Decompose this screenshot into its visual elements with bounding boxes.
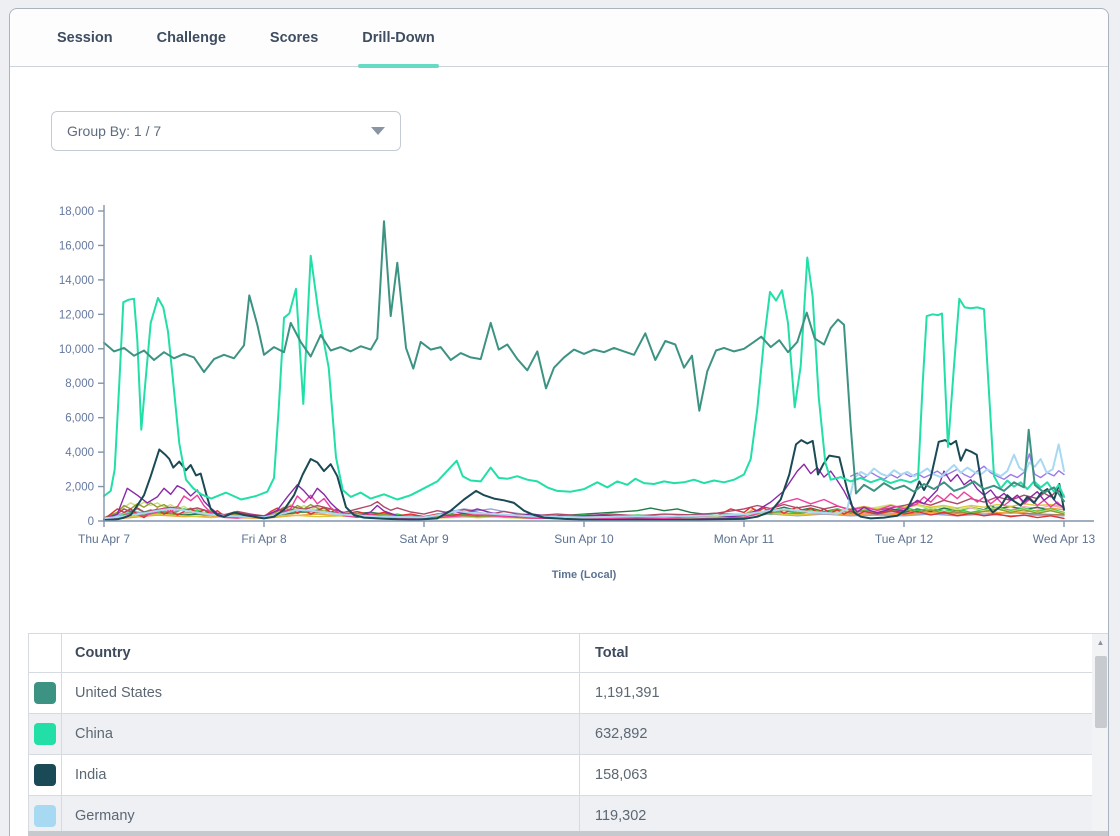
page: { "tabs": { "items": [ {"label": "Sessio… bbox=[0, 0, 1120, 836]
x-axis-tick-label: Sun Apr 10 bbox=[554, 532, 614, 546]
country-totals-table: CountryTotal United States1,191,391China… bbox=[28, 633, 1093, 836]
table-row: Germany119,302 bbox=[29, 796, 1092, 836]
table-header: CountryTotal bbox=[29, 633, 1092, 673]
table-row: China632,892 bbox=[29, 714, 1092, 755]
total-cell: 632,892 bbox=[580, 714, 1092, 754]
scroll-up-arrow-icon: ▲ bbox=[1097, 638, 1105, 647]
scrollbar-thumb[interactable] bbox=[1095, 656, 1107, 728]
y-axis-tick-label: 2,000 bbox=[65, 482, 94, 494]
total-cell: 119,302 bbox=[580, 796, 1092, 836]
series-color-cell bbox=[29, 673, 62, 713]
scroll-up-button[interactable]: ▲ bbox=[1092, 634, 1109, 651]
y-axis-tick-label: 16,000 bbox=[59, 240, 94, 252]
series-color-cell bbox=[29, 755, 62, 795]
series-color-cell bbox=[29, 796, 62, 836]
x-axis-tick-label: Wed Apr 13 bbox=[1033, 532, 1096, 546]
table-vertical-scrollbar[interactable]: ▲ bbox=[1092, 633, 1109, 836]
series-china bbox=[104, 256, 1064, 500]
series-color-swatch bbox=[34, 723, 56, 745]
y-axis-tick-label: 8,000 bbox=[65, 378, 94, 390]
y-axis-tick-label: 4,000 bbox=[65, 447, 94, 459]
tab-challenge[interactable]: Challenge bbox=[157, 9, 226, 66]
series-color-swatch bbox=[34, 764, 56, 786]
y-axis-tick-label: 14,000 bbox=[59, 275, 94, 287]
x-axis-title: Time (Local) bbox=[552, 569, 617, 581]
tab-bar: Session Challenge Scores Drill-Down bbox=[10, 9, 1108, 67]
table-body: United States1,191,391China632,892India1… bbox=[29, 673, 1092, 836]
tab-drill-down[interactable]: Drill-Down bbox=[362, 9, 435, 66]
x-axis-tick-label: Tue Apr 12 bbox=[875, 532, 934, 546]
country-cell: India bbox=[62, 755, 580, 795]
y-axis-tick-label: 18,000 bbox=[59, 206, 94, 218]
series-color-swatch bbox=[34, 805, 56, 827]
tab-scores[interactable]: Scores bbox=[270, 9, 318, 66]
table-row: India158,063 bbox=[29, 755, 1092, 796]
series-color-swatch bbox=[34, 682, 56, 704]
y-axis-tick-label: 12,000 bbox=[59, 309, 94, 321]
y-axis-tick-label: 6,000 bbox=[65, 413, 94, 425]
country-cell: China bbox=[62, 714, 580, 754]
table-row: United States1,191,391 bbox=[29, 673, 1092, 714]
drilldown-chart: 0 2,000 4,000 6,000 8,000 10,000 12,000 14,000 1… bbox=[10, 191, 1109, 591]
total-cell: 158,063 bbox=[580, 755, 1092, 795]
series-united-states bbox=[104, 221, 1064, 501]
group-by-dropdown[interactable]: Group By: 1 / 7 bbox=[51, 111, 401, 151]
table-horizontal-scrollbar[interactable] bbox=[28, 831, 1109, 836]
x-axis-tick-label: Sat Apr 9 bbox=[399, 532, 449, 546]
drilldown-panel: Session Challenge Scores Drill-Down Group B… bbox=[9, 8, 1109, 836]
country-cell: United States bbox=[62, 673, 580, 713]
header-cell-country: Country bbox=[62, 634, 580, 672]
series-color-cell bbox=[29, 714, 62, 754]
caret-down-icon bbox=[371, 127, 385, 135]
tab-session[interactable]: Session bbox=[57, 9, 113, 66]
x-axis-tick-label: Thu Apr 7 bbox=[78, 532, 130, 546]
y-axis-tick-label: 10,000 bbox=[59, 344, 94, 356]
x-axis-tick-label: Fri Apr 8 bbox=[241, 532, 287, 546]
group-by-label: Group By: 1 / 7 bbox=[67, 123, 161, 139]
header-cell-swatch bbox=[29, 634, 62, 672]
y-axis-tick-label: 0 bbox=[88, 516, 94, 528]
total-cell: 1,191,391 bbox=[580, 673, 1092, 713]
header-cell-total: Total bbox=[580, 634, 1092, 672]
x-axis-tick-label: Mon Apr 11 bbox=[714, 532, 775, 546]
country-cell: Germany bbox=[62, 796, 580, 836]
